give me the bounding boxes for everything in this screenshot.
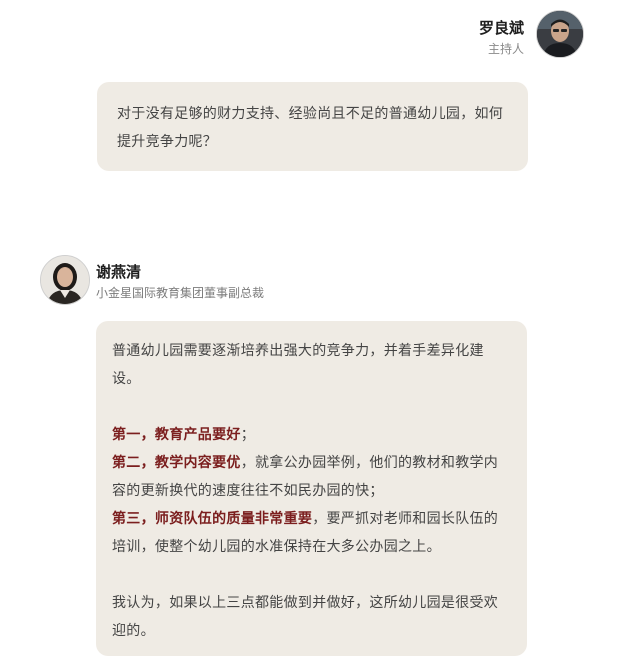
point-1-text: ； <box>240 427 256 443</box>
answer-point-2: 第二，教学内容要优，就拿公办园举例，他们的教材和教学内容的更新换代的速度往往不如… <box>112 449 511 505</box>
answer-bubble: 普通幼儿园需要逐渐培养出强大的竞争力，并着手差异化建设。 第一，教育产品要好； … <box>96 321 527 656</box>
answer-point-3: 第三，师资队伍的质量非常重要，要严抓对老师和园长队伍的培训，使整个幼儿园的水准保… <box>112 505 511 561</box>
host-name: 罗良斌 <box>478 19 524 37</box>
host-role: 主持人 <box>487 42 524 56</box>
answer-point-1: 第一，教育产品要好； <box>112 421 511 449</box>
question-bubble: 对于没有足够的财力支持、经验尚且不足的普通幼儿园，如何提升竞争力呢？ <box>97 82 528 171</box>
answer-conclusion: 我认为，如果以上三点都能做到并做好，这所幼儿园是很受欢迎的。 <box>112 595 499 639</box>
guest-title: 小金星国际教育集团董事副总裁 <box>96 286 265 300</box>
answer-intro: 普通幼儿园需要逐渐培养出强大的竞争力，并着手差异化建设。 <box>112 343 484 387</box>
host-header: 罗良斌 主持人 <box>284 10 584 62</box>
point-2-label: 第二，教学内容要优 <box>112 455 241 471</box>
guest-name: 谢燕清 <box>96 263 142 281</box>
woman-portrait-icon <box>41 256 89 304</box>
point-3-label: 第三，师资队伍的质量非常重要 <box>112 511 313 527</box>
host-avatar[interactable] <box>536 10 584 58</box>
man-portrait-icon <box>537 11 583 57</box>
point-1-label: 第一，教育产品要好 <box>112 427 241 443</box>
guest-avatar[interactable] <box>40 255 90 305</box>
